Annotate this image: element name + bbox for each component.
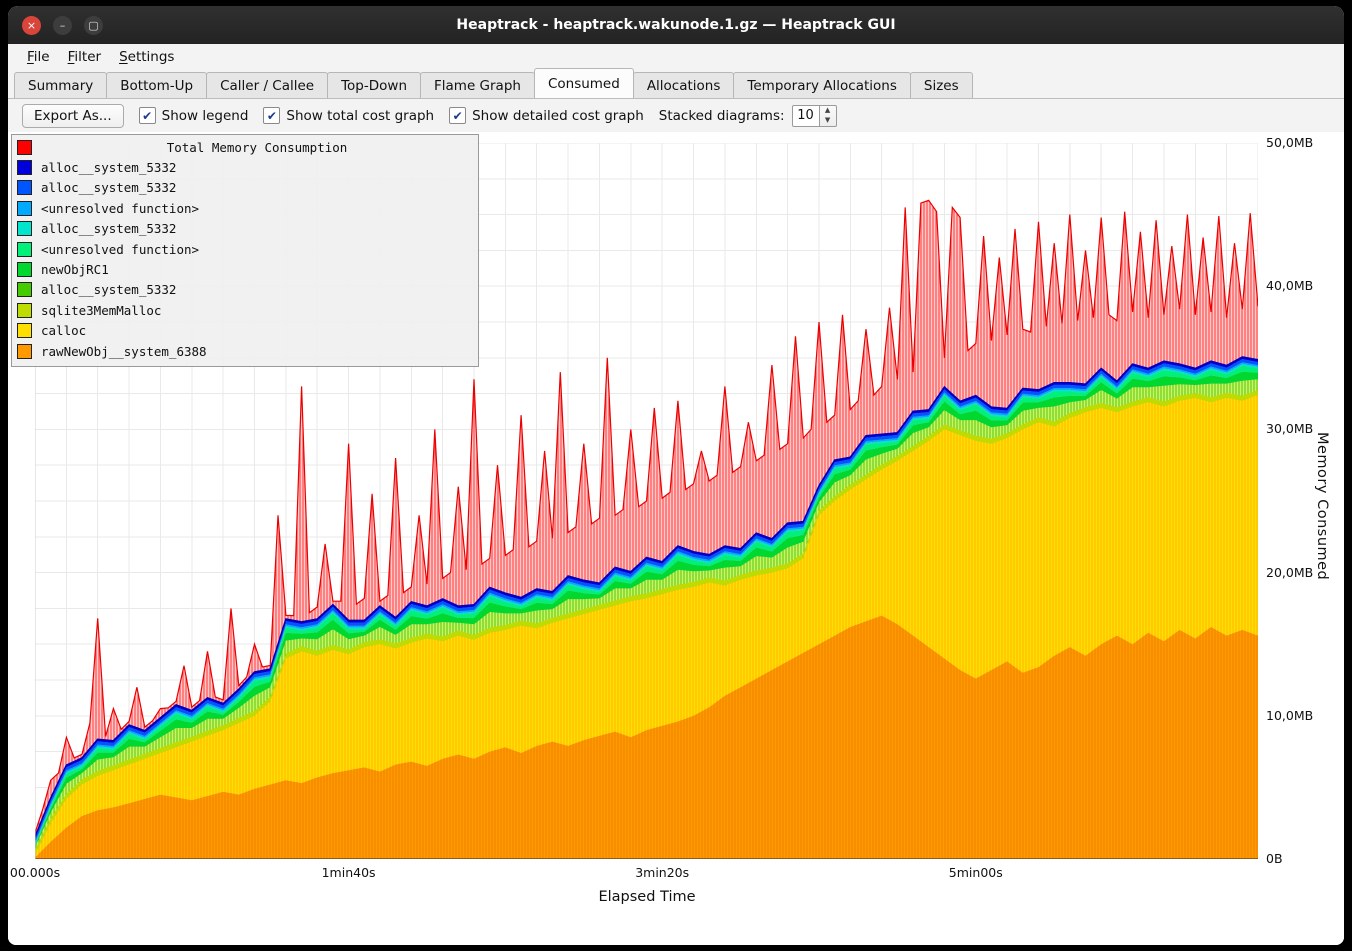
legend-swatch (17, 303, 32, 318)
tab-caller-callee[interactable]: Caller / Callee (206, 72, 328, 98)
checkbox-icon[interactable]: ✔ (139, 107, 156, 124)
checkbox-label: Show detailed cost graph (472, 108, 644, 124)
legend-entry-9: rawNewObj__system_6388 (17, 341, 473, 361)
legend-entry-3: alloc__system_5332 (17, 219, 473, 239)
chart-legend: Total Memory Consumption alloc__system_5… (11, 134, 479, 367)
legend-swatch (17, 201, 32, 216)
legend-entry-4: <unresolved function> (17, 239, 473, 259)
stacked-diagrams-spinner[interactable]: 10 ▲ ▼ (792, 105, 837, 127)
legend-label: alloc__system_5332 (41, 221, 176, 236)
x-tick-200: 3min20s (635, 865, 689, 880)
minimize-icon[interactable]: – (53, 16, 72, 35)
legend-label: <unresolved function> (41, 201, 199, 216)
y-axis-label: Memory Consumed (1314, 432, 1330, 580)
titlebar: × – ▢ Heaptrack - heaptrack.wakunode.1.g… (8, 6, 1344, 44)
y-tick-20: 20,0MB (1266, 565, 1313, 580)
x-axis-label: Elapsed Time (8, 889, 1286, 905)
export-as-button[interactable]: Export As... (22, 104, 124, 128)
checkbox-label: Show total cost graph (286, 108, 434, 124)
legend-entry-7: sqlite3MemMalloc (17, 300, 473, 320)
legend-entry-2: <unresolved function> (17, 198, 473, 218)
menubar: FileFilterSettings (8, 44, 1344, 69)
legend-swatch (17, 221, 32, 236)
legend-swatch (17, 323, 32, 338)
y-tick-0: 0B (1266, 851, 1283, 866)
menu-settings[interactable]: Settings (110, 47, 183, 67)
checkbox-icon[interactable]: ✔ (263, 107, 280, 124)
legend-entry-8: calloc (17, 321, 473, 341)
tab-temporary-allocations[interactable]: Temporary Allocations (733, 72, 910, 98)
legend-label: alloc__system_5332 (41, 282, 176, 297)
legend-label: newObjRC1 (41, 262, 109, 277)
checkbox-show-detailed-cost-graph[interactable]: ✔ Show detailed cost graph (449, 107, 644, 124)
app-window: × – ▢ Heaptrack - heaptrack.wakunode.1.g… (8, 6, 1344, 945)
checkbox-label: Show legend (162, 108, 249, 124)
spin-up-icon[interactable]: ▲ (820, 106, 836, 116)
legend-swatch (17, 160, 32, 175)
tab-allocations[interactable]: Allocations (633, 72, 735, 98)
legend-swatch (17, 180, 32, 195)
window-title: Heaptrack - heaptrack.wakunode.1.gz — He… (8, 17, 1344, 33)
checkbox-show-legend[interactable]: ✔ Show legend (139, 107, 249, 124)
legend-entry-1: alloc__system_5332 (17, 178, 473, 198)
x-tick-100: 1min40s (322, 865, 376, 880)
legend-swatch (17, 242, 32, 257)
y-tick-40: 40,0MB (1266, 278, 1313, 293)
tab-bar: SummaryBottom-UpCaller / CalleeTop-DownF… (8, 69, 1344, 99)
menu-file[interactable]: File (18, 47, 59, 67)
legend-entry-6: alloc__system_5332 (17, 280, 473, 300)
y-tick-30: 30,0MB (1266, 421, 1313, 436)
legend-title-row: Total Memory Consumption (17, 137, 473, 157)
tab-sizes[interactable]: Sizes (910, 72, 973, 98)
close-icon[interactable]: × (22, 16, 41, 35)
tab-bottom-up[interactable]: Bottom-Up (106, 72, 207, 98)
maximize-icon[interactable]: ▢ (84, 16, 103, 35)
x-tick-300: 5min00s (949, 865, 1003, 880)
legend-label: sqlite3MemMalloc (41, 303, 161, 318)
total-memory-swatch (17, 140, 32, 155)
tab-top-down[interactable]: Top-Down (327, 72, 421, 98)
y-tick-10: 10,0MB (1266, 708, 1313, 723)
tab-consumed[interactable]: Consumed (534, 68, 634, 98)
legend-label: <unresolved function> (41, 242, 199, 257)
legend-entry-0: alloc__system_5332 (17, 157, 473, 177)
x-tick-0: 00.000s (10, 865, 60, 880)
stacked-diagrams-value[interactable]: 10 (792, 105, 820, 127)
y-tick-50: 50,0MB (1266, 135, 1313, 150)
tab-summary[interactable]: Summary (14, 72, 107, 98)
checkbox-icon[interactable]: ✔ (449, 107, 466, 124)
checkbox-show-total-cost-graph[interactable]: ✔ Show total cost graph (263, 107, 434, 124)
legend-label: rawNewObj__system_6388 (41, 344, 207, 359)
toolbar: Export As... ✔ Show legend ✔ Show total cos… (8, 99, 1344, 132)
stacked-diagrams-label: Stacked diagrams: (659, 108, 785, 124)
legend-label: calloc (41, 323, 86, 338)
spin-down-icon[interactable]: ▼ (820, 116, 836, 126)
menu-filter[interactable]: Filter (59, 47, 110, 67)
tab-flame-graph[interactable]: Flame Graph (420, 72, 535, 98)
legend-label: alloc__system_5332 (41, 180, 176, 195)
legend-swatch (17, 282, 32, 297)
legend-entry-5: newObjRC1 (17, 259, 473, 279)
legend-swatch (17, 262, 32, 277)
legend-label: alloc__system_5332 (41, 160, 176, 175)
legend-swatch (17, 344, 32, 359)
legend-title: Total Memory Consumption (41, 140, 473, 155)
chart-area: Total Memory Consumption alloc__system_5… (8, 132, 1344, 945)
